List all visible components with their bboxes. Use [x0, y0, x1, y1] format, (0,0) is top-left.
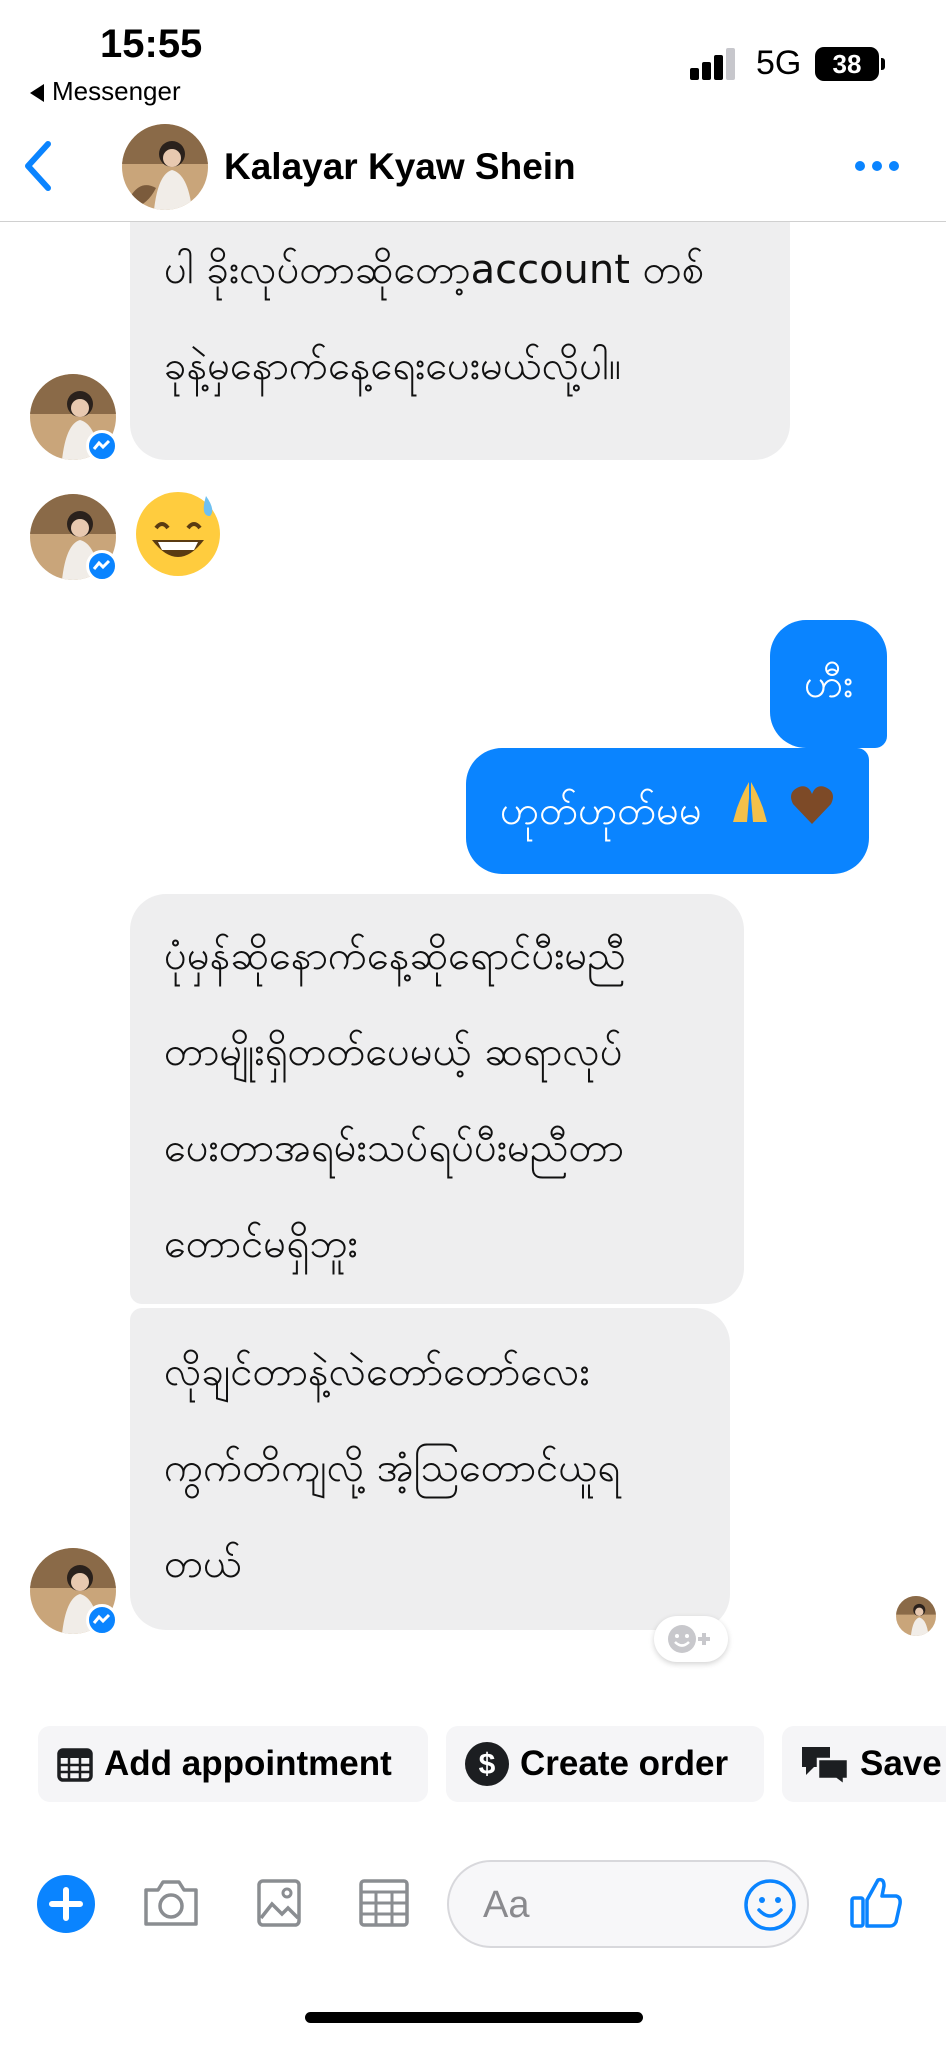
chevron-left-icon: [25, 141, 51, 191]
status-bar: 15:55 Messenger 5G 38: [0, 0, 946, 110]
signal-strength-icon: [690, 48, 738, 80]
contact-avatar[interactable]: [122, 124, 208, 210]
message-line: တာမျိုးရှိတတ်ပေမယ့် ဆရာလုပ်: [164, 1029, 623, 1075]
messenger-badge-icon: [86, 1604, 118, 1636]
chat-bubbles-icon: [802, 1747, 850, 1785]
message-incoming[interactable]: လိုချင်တာနဲ့လဲတော်တော်လေး ကွက်တိကျလို့ အ…: [130, 1308, 730, 1630]
message-input[interactable]: [483, 1878, 723, 1932]
smiley-icon[interactable]: [743, 1878, 797, 1932]
add-appointment-button[interactable]: Add appointment: [38, 1726, 428, 1802]
message-line: ပေးတာအရမ်းသပ်ရပ်ပီးမညီတာ: [164, 1125, 624, 1171]
message-line: ကွက်တိကျလို့ အံ့ဩတောင်ယူရ: [164, 1445, 621, 1491]
dollar-icon: $: [465, 1742, 509, 1786]
back-to-app-link[interactable]: Messenger: [30, 76, 181, 107]
conversation: ပါ ခိုးလုပ်တာဆိုတော့account တစ် ခုနဲ့မှန…: [0, 222, 946, 1702]
appointment-button[interactable]: [358, 1878, 410, 1932]
more-options-button[interactable]: [852, 158, 902, 174]
contact-name[interactable]: Kalayar Kyaw Shein: [224, 146, 576, 188]
message-line: ပါ ခိုးလုပ်တာဆိုတော့account တစ်: [164, 247, 705, 293]
messenger-badge-icon: [86, 430, 118, 462]
message-line: တယ်: [164, 1541, 242, 1587]
sender-avatar[interactable]: [30, 374, 118, 462]
message-composer: [0, 1852, 946, 1952]
home-indicator: [305, 2012, 643, 2023]
seen-receipt-avatar: [896, 1596, 936, 1636]
message-incoming[interactable]: ပါ ခိုးလုပ်တာဆိုတော့account တစ် ခုနဲ့မှန…: [130, 222, 790, 460]
message-line: လိုချင်တာနဲ့လဲတော်တော်လေး: [164, 1349, 590, 1395]
message-incoming[interactable]: ပုံမှန်ဆိုနောက်နေ့ဆိုရောင်ပီးမညီ တာမျိုး…: [130, 894, 744, 1304]
status-time: 15:55: [100, 22, 203, 66]
sender-avatar[interactable]: [30, 494, 118, 582]
back-triangle-icon: [30, 84, 44, 103]
praying-hands-emoji-icon: [729, 750, 771, 876]
add-reaction-button[interactable]: [654, 1616, 728, 1662]
quick-actions-bar: Add appointment $ Create order Save: [0, 1726, 946, 1802]
plus-circle-icon: [37, 1875, 95, 1933]
create-order-label: Create order: [520, 1744, 729, 1783]
camera-icon: [144, 1880, 198, 1926]
sender-avatar[interactable]: [30, 1548, 118, 1636]
save-reply-button[interactable]: Save: [782, 1726, 946, 1802]
calendar-icon: [57, 1748, 93, 1782]
more-actions-button[interactable]: [36, 1874, 96, 1938]
brown-heart-emoji-icon: [789, 750, 835, 876]
message-line: ခုနဲ့မှနောက်နေ့ရေးပေးမယ်လို့ပါ။: [164, 343, 622, 389]
emoji-plus-icon: [668, 1625, 710, 1653]
message-line: ပုံမှန်ဆိုနောက်နေ့ဆိုရောင်ပီးမညီ: [164, 933, 626, 979]
chat-header: Kalayar Kyaw Shein: [0, 110, 946, 222]
message-text: ဟီး: [804, 661, 854, 707]
back-button[interactable]: [18, 138, 58, 194]
create-order-button[interactable]: $ Create order: [446, 1726, 764, 1802]
camera-button[interactable]: [142, 1878, 200, 1932]
save-label: Save: [860, 1744, 942, 1783]
message-line: တောင်မရှိဘူး: [164, 1221, 358, 1267]
messenger-badge-icon: [86, 550, 118, 582]
battery-tip: [881, 58, 885, 70]
message-outgoing[interactable]: ဟီး: [770, 620, 888, 748]
battery-icon: 38: [815, 47, 879, 81]
like-button[interactable]: [848, 1874, 904, 1934]
grinning-sweat-emoji-icon[interactable]: [132, 488, 224, 580]
message-outgoing[interactable]: ဟုတ်ဟုတ်မမ: [466, 748, 870, 876]
table-calendar-icon: [359, 1879, 409, 1927]
thumbs-up-icon: [850, 1877, 902, 1928]
image-icon: [257, 1879, 301, 1927]
message-input-container[interactable]: [447, 1860, 809, 1948]
gallery-button[interactable]: [256, 1878, 302, 1932]
add-appointment-label: Add appointment: [104, 1744, 392, 1783]
message-text: ဟုတ်ဟုတ်မမ: [500, 788, 702, 834]
svg-text:$: $: [479, 1748, 496, 1781]
back-app-label: Messenger: [52, 76, 181, 106]
network-type: 5G: [756, 44, 802, 82]
more-dots-icon: [855, 161, 899, 171]
